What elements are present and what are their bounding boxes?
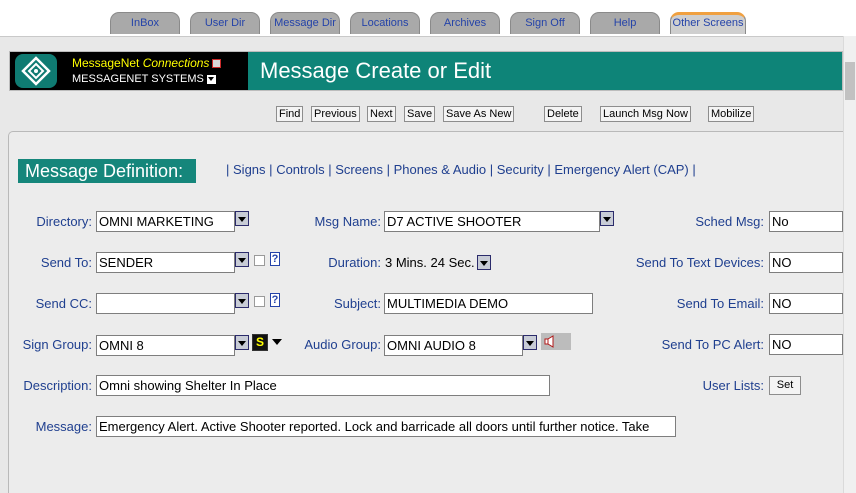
save-button[interactable]: Save: [404, 106, 436, 122]
external-link-icon[interactable]: [212, 59, 222, 69]
send-to-checkbox[interactable]: [254, 255, 265, 266]
subject-input[interactable]: MULTIMEDIA DEMO: [384, 293, 593, 314]
directory-select[interactable]: OMNI MARKETING: [96, 211, 235, 232]
send-email-select[interactable]: NO: [769, 293, 843, 314]
scrollbar-thumb[interactable]: [845, 62, 855, 100]
tab-sign-off[interactable]: Sign Off: [510, 12, 580, 34]
send-to-help-icon[interactable]: ?: [270, 252, 280, 266]
nav-separator: |: [547, 162, 551, 177]
send-cc-help-icon[interactable]: ?: [270, 293, 280, 307]
sched-msg-label: Sched Msg:: [695, 214, 764, 229]
msg-name-dropdown-icon[interactable]: [600, 211, 614, 226]
launch-msg-now-button[interactable]: Launch Msg Now: [600, 106, 691, 122]
message-input[interactable]: Emergency Alert. Active Shooter reported…: [96, 416, 676, 437]
nav-screens[interactable]: Screens: [335, 162, 383, 177]
directory-dropdown-icon[interactable]: [235, 211, 249, 226]
nav-separator: |: [489, 162, 494, 177]
msg-name-select[interactable]: D7 ACTIVE SHOOTER: [384, 211, 600, 232]
page-title: Message Create or Edit: [260, 58, 492, 83]
sign-group-dropdown-icon[interactable]: [235, 335, 249, 350]
tab-other-screens[interactable]: Other Screens: [670, 12, 746, 34]
audio-group-label: Audio Group:: [304, 337, 381, 352]
mobilize-button[interactable]: Mobilize: [708, 106, 755, 122]
messagenet-logo: MessageNet Connections MESSAGENET SYSTEM…: [10, 52, 248, 90]
nav-security[interactable]: Security: [497, 162, 544, 177]
next-button[interactable]: Next: [367, 106, 396, 122]
nav-signs[interactable]: Signs: [233, 162, 266, 177]
tab-message-dir[interactable]: Message Dir: [270, 12, 340, 34]
delete-button[interactable]: Delete: [544, 106, 582, 122]
nav-separator: |: [328, 162, 332, 177]
section-nav: | Signs | Controls | Screens | Phones & …: [226, 162, 696, 177]
send-cc-checkbox[interactable]: [254, 296, 265, 307]
send-email-label: Send To Email:: [676, 296, 764, 311]
send-to-dropdown-icon[interactable]: [235, 252, 249, 267]
description-input[interactable]: Omni showing Shelter In Place: [96, 375, 550, 396]
page-header: MessageNet Connections MESSAGENET SYSTEM…: [9, 51, 843, 91]
save-as-new-button[interactable]: Save As New: [443, 106, 515, 122]
tab-inbox[interactable]: InBox: [110, 12, 180, 34]
user-lists-set-button[interactable]: Set: [769, 376, 801, 395]
duration-value: 3 Mins. 24 Sec.: [385, 255, 475, 270]
messagenet-swirl-icon: [15, 54, 57, 88]
sched-msg-select[interactable]: No: [769, 211, 843, 232]
nav-emergency-alert[interactable]: Emergency Alert (CAP): [554, 162, 688, 177]
nav-separator: |: [386, 162, 390, 177]
nav-phones-audio[interactable]: Phones & Audio: [394, 162, 487, 177]
dropdown-small-icon[interactable]: [206, 74, 216, 84]
tab-archives[interactable]: Archives: [430, 12, 500, 34]
user-lists-label: User Lists:: [702, 378, 764, 393]
sign-group-select[interactable]: OMNI 8: [96, 335, 235, 356]
nav-separator: |: [692, 162, 696, 177]
message-label: Message:: [35, 419, 92, 434]
description-label: Description:: [23, 378, 92, 393]
tab-user-dir[interactable]: User Dir: [190, 12, 260, 34]
sign-group-label: Sign Group:: [22, 337, 92, 352]
send-to-label: Send To:: [40, 255, 92, 270]
previous-button[interactable]: Previous: [311, 106, 360, 122]
send-to-select[interactable]: SENDER: [96, 252, 235, 273]
sign-menu-caret-icon[interactable]: [272, 339, 282, 345]
nav-controls[interactable]: Controls: [276, 162, 324, 177]
send-cc-dropdown-icon[interactable]: [235, 293, 249, 308]
subject-label: Subject:: [334, 296, 381, 311]
nav-separator: |: [269, 162, 273, 177]
audio-group-select[interactable]: OMNI AUDIO 8: [384, 335, 523, 356]
tab-help[interactable]: Help: [590, 12, 660, 34]
duration-label: Duration:: [328, 255, 381, 270]
section-title: Message Definition:: [18, 159, 196, 183]
send-pc-alert-label: Send To PC Alert:: [661, 337, 764, 352]
send-cc-select[interactable]: [96, 293, 235, 314]
top-tab-bar: InBox User Dir Message Dir Locations Arc…: [0, 0, 856, 36]
sign-preview-icon[interactable]: S: [252, 334, 268, 351]
send-text-devices-label: Send To Text Devices:: [635, 255, 764, 270]
msg-name-label: Msg Name:: [314, 214, 381, 229]
logo-company: MESSAGENET SYSTEMS: [72, 73, 204, 85]
speaker-icon[interactable]: [541, 333, 571, 350]
send-pc-alert-select[interactable]: NO: [769, 334, 843, 355]
vertical-scrollbar[interactable]: [843, 36, 856, 493]
audio-group-dropdown-icon[interactable]: [523, 335, 537, 350]
duration-dropdown-icon[interactable]: [477, 255, 491, 270]
send-text-devices-select[interactable]: NO: [769, 252, 843, 273]
nav-separator: |: [226, 162, 230, 177]
logo-brand: MessageNet: [72, 56, 140, 70]
send-cc-label: Send CC:: [35, 296, 92, 311]
find-button[interactable]: Find: [276, 106, 304, 122]
tab-locations[interactable]: Locations: [350, 12, 420, 34]
directory-label: Directory:: [36, 214, 92, 229]
logo-product: Connections: [142, 56, 210, 70]
